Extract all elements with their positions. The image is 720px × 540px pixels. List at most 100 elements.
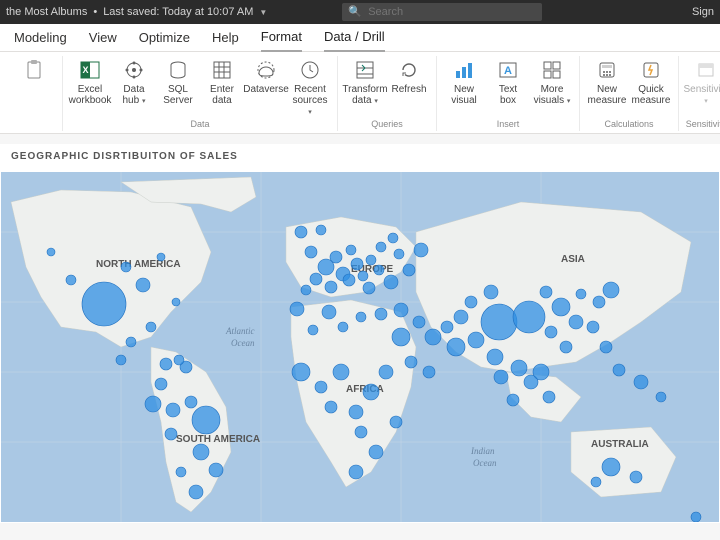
enter-button[interactable]: Enter data [201,56,243,119]
sales-bubble[interactable] [394,303,408,317]
sales-bubble[interactable] [552,298,570,316]
recent-button[interactable]: Recent sources ▾ [289,56,331,119]
sign-in-link[interactable]: Sign [692,6,714,18]
sales-bubble[interactable] [533,364,549,380]
sales-bubble[interactable] [423,366,435,378]
sales-bubble[interactable] [591,477,601,487]
sales-bubble[interactable] [507,394,519,406]
sales-bubble[interactable] [174,355,184,365]
sales-bubble[interactable] [441,321,453,333]
dataverse-button[interactable]: Dataverse [245,56,287,119]
sales-bubble[interactable] [468,332,484,348]
sales-bubble[interactable] [484,285,498,299]
sales-bubble[interactable] [369,445,383,459]
sales-bubble[interactable] [189,485,203,499]
sales-bubble[interactable] [160,358,172,370]
sales-bubble[interactable] [394,249,404,259]
sales-bubble[interactable] [630,471,642,483]
sales-bubble[interactable] [290,302,304,316]
textbox-button[interactable]: AText box [487,56,529,119]
tab-modeling[interactable]: Modeling [14,24,67,52]
refresh-button[interactable]: Refresh [388,56,430,119]
sales-bubble[interactable] [172,298,180,306]
sales-bubble[interactable] [543,391,555,403]
sales-bubble[interactable] [146,322,156,332]
sales-bubble[interactable] [301,285,311,295]
sales-bubble[interactable] [322,305,336,319]
sales-bubble[interactable] [513,301,545,333]
sales-bubble[interactable] [390,416,402,428]
datahub-button[interactable]: Data hub ▾ [113,56,155,119]
sales-bubble[interactable] [376,242,386,252]
sales-bubble[interactable] [593,296,605,308]
quickmeasure-button[interactable]: Quick measure [630,56,672,119]
sales-bubble[interactable] [425,329,441,345]
sales-bubble[interactable] [358,271,368,281]
sales-bubble[interactable] [602,458,620,476]
sales-bubble[interactable] [349,405,363,419]
sales-bubble[interactable] [465,296,477,308]
tab-format[interactable]: Format [261,24,302,52]
sales-bubble[interactable] [292,363,310,381]
sales-bubble[interactable] [366,255,376,265]
sales-bubble[interactable] [66,275,76,285]
sales-bubble[interactable] [576,289,586,299]
sales-bubble[interactable] [165,428,177,440]
sales-bubble[interactable] [392,328,410,346]
sales-bubble[interactable] [454,310,468,324]
sales-bubble[interactable] [403,264,415,276]
sales-bubble[interactable] [157,253,165,261]
sales-bubble[interactable] [481,304,517,340]
sales-bubble[interactable] [545,326,557,338]
sales-bubble[interactable] [315,381,327,393]
sales-bubble[interactable] [405,356,417,368]
sales-bubble[interactable] [121,262,131,272]
sales-bubble[interactable] [413,316,425,328]
sales-bubble[interactable] [634,375,648,389]
sales-bubble[interactable] [379,365,393,379]
sales-bubble[interactable] [145,396,161,412]
sales-bubble[interactable] [310,273,322,285]
search-box[interactable]: 🔍 [342,3,542,21]
tab-help[interactable]: Help [212,24,239,52]
sales-bubble[interactable] [209,463,223,477]
transform-button[interactable]: Transform data ▾ [344,56,386,119]
sales-bubble[interactable] [316,225,326,235]
sales-bubble[interactable] [540,286,552,298]
sales-bubble[interactable] [447,338,465,356]
excel-button[interactable]: XExcel workbook [69,56,111,119]
sales-bubble[interactable] [176,467,186,477]
sales-bubble[interactable] [388,233,398,243]
sales-bubble[interactable] [494,370,508,384]
tab-data-drill[interactable]: Data / Drill [324,24,385,52]
sales-bubble[interactable] [356,312,366,322]
sales-bubble[interactable] [374,265,384,275]
morevis-button[interactable]: More visuals ▾ [531,56,573,119]
sales-bubble[interactable] [569,315,583,329]
sales-bubble[interactable] [338,322,348,332]
sales-bubble[interactable] [355,426,367,438]
sales-bubble[interactable] [325,281,337,293]
sales-bubble[interactable] [333,364,349,380]
sales-bubble[interactable] [185,396,197,408]
sales-bubble[interactable] [560,341,572,353]
tab-view[interactable]: View [89,24,117,52]
sales-bubble[interactable] [325,401,337,413]
sales-bubble[interactable] [587,321,599,333]
sales-bubble[interactable] [155,378,167,390]
sales-bubble[interactable] [656,392,666,402]
sales-bubble[interactable] [305,246,317,258]
world-map[interactable]: NORTH AMERICAEUROPEASIAAFRICASOUTH AMERI… [1,172,719,522]
sales-bubble[interactable] [691,512,701,522]
sales-bubble[interactable] [192,406,220,434]
sales-bubble[interactable] [351,258,363,270]
newmeasure-button[interactable]: New measure [586,56,628,119]
sql-button[interactable]: SQL Server [157,56,199,119]
sales-bubble[interactable] [126,337,136,347]
newvisual-button[interactable]: New visual [443,56,485,119]
tab-optimize[interactable]: Optimize [139,24,190,52]
sales-bubble[interactable] [47,248,55,256]
sales-bubble[interactable] [600,341,612,353]
sales-bubble[interactable] [603,282,619,298]
sales-bubble[interactable] [511,360,527,376]
